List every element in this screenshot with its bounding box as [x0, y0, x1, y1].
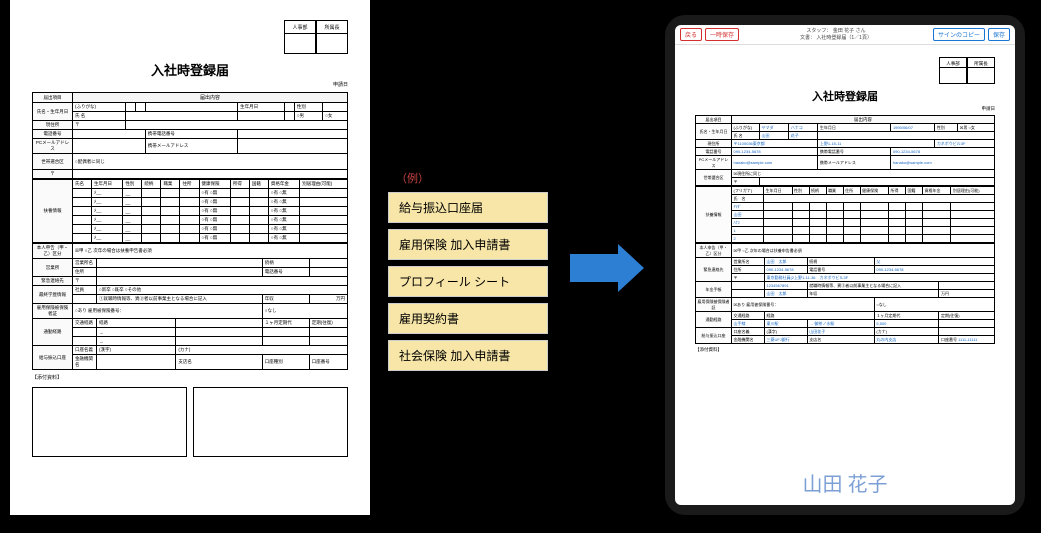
example-item-5: 社会保険 加入申請書: [388, 340, 548, 371]
tablet-form-title: 入社時登録届: [695, 88, 995, 104]
document-examples-list: （例） 給与振込口座届 雇用保険 加入申請書 プロフィール シート 雇用契約書 …: [388, 170, 548, 377]
tablet-toolbar: 戻る 一時保存 スタッフ： 金田 花子 さん 文書： 入社時登録届（1／1頁） …: [675, 25, 1015, 45]
tablet-screen: 戻る 一時保存 スタッフ： 金田 花子 さん 文書： 入社時登録届（1／1頁） …: [675, 25, 1015, 505]
paper-form: 人事部 所属長 入社時登録届 申請日 届出項目届出内容 氏名・生年月日 (ふりが…: [10, 0, 370, 515]
example-note: （例）: [396, 170, 548, 186]
tablet-table-main: 届出項目届出内容 氏名・生年月日 (ふりがな) ヤマダ ハナコ 生年月日 199…: [695, 115, 995, 186]
tablet-device: 戻る 一時保存 スタッフ： 金田 花子 さん 文書： 入社時登録届（1／1頁） …: [665, 15, 1025, 515]
tablet-form: 人事部 所属長 入社時登録届 申請日 届出項目届出内容 氏名・生年月日 (ふりが…: [675, 45, 1015, 359]
paper-table-main: 届出項目届出内容 氏名・生年月日 (ふりがな) 生年月日 性別 氏 名 ○男○女…: [32, 92, 348, 179]
paper-table-dependents: 扶養情報 氏名 生年月日 性別 続柄 職業 住所 健康保険 所得 国籍 資格年金…: [32, 179, 348, 243]
example-item-3: プロフィール シート: [388, 266, 548, 297]
copy-sign-button[interactable]: サインのコピー: [933, 28, 985, 41]
draft-save-button[interactable]: 一時保存: [705, 28, 739, 41]
example-item-4: 雇用契約書: [388, 303, 548, 334]
tablet-table-dependents: 扶養情報 (フリガナ) 生年月日 性別 続柄 職業 住所 健康保険 所得 国籍 …: [695, 186, 995, 243]
signature: 山田 花子: [803, 468, 888, 497]
form-title: 入社時登録届: [32, 60, 348, 79]
back-button[interactable]: 戻る: [680, 28, 702, 41]
example-item-1: 給与振込口座届: [388, 192, 548, 223]
attach-label: 【添付資料】: [32, 374, 348, 381]
toolbar-info: スタッフ： 金田 花子 さん 文書： 入社時登録届（1／1頁）: [800, 28, 872, 41]
stamp-label-mgr: 所属長: [316, 20, 348, 34]
attach-boxes: [32, 387, 348, 457]
example-item-2: 雇用保険 加入申請書: [388, 229, 548, 260]
applicant-date-label: 申請日: [32, 81, 348, 88]
arrow-right-icon: [570, 254, 618, 282]
stamp-label-hr: 人事部: [284, 20, 316, 34]
tablet-table-lower: 本人申告（甲・乙）区分☒甲 ○乙 次年の場合は扶養申告書必須 緊急連絡先営業所名…: [695, 243, 995, 344]
paper-table-lower: 本人申告（甲・乙）区分☒甲 ○乙 次年の場合は扶養申告書必須 営業所営業所名続柄…: [32, 243, 348, 370]
save-button[interactable]: 保存: [988, 28, 1010, 41]
